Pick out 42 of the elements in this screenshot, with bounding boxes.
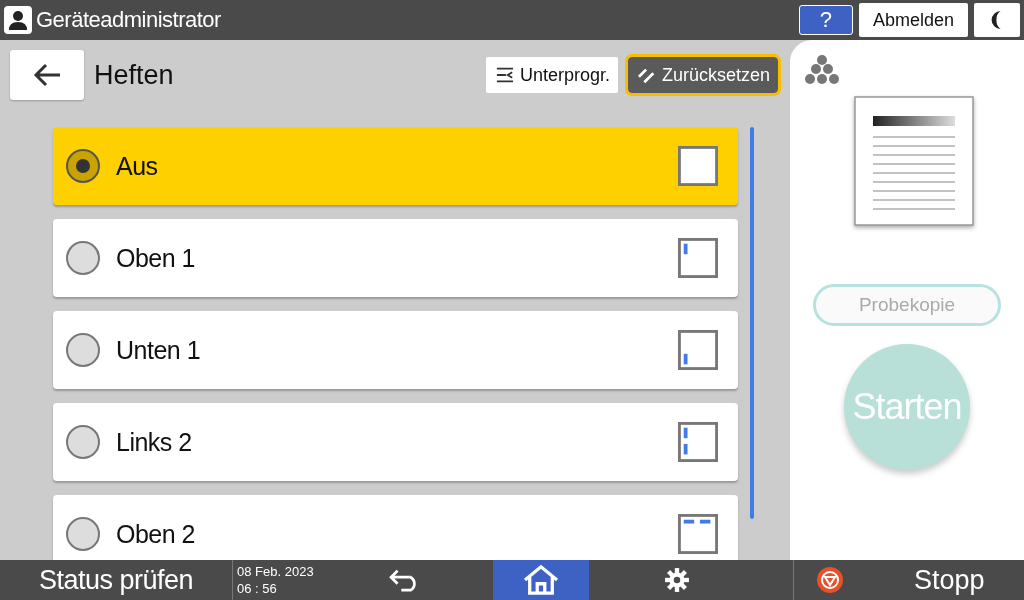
program-button[interactable]: Unterprogr.	[485, 57, 618, 93]
radio-button[interactable]	[66, 425, 100, 459]
staple-position-icon	[678, 330, 718, 370]
stop-button[interactable]: Stopp	[794, 560, 1024, 600]
option-row[interactable]: Oben 2	[53, 495, 738, 560]
back-button[interactable]	[10, 50, 84, 100]
radio-button[interactable]	[66, 149, 100, 183]
option-row[interactable]: Links 2	[53, 403, 738, 481]
document-preview-icon	[854, 96, 976, 228]
option-row[interactable]: Oben 1	[53, 219, 738, 297]
stop-icon	[816, 566, 844, 594]
staple-position-icon	[678, 422, 718, 462]
logout-button[interactable]: Abmelden	[858, 3, 968, 37]
radio-button[interactable]	[66, 517, 100, 551]
stop-label: Stopp	[914, 564, 985, 596]
reset-button[interactable]: Zurücksetzen	[627, 57, 778, 93]
option-label: Oben 1	[116, 243, 196, 273]
toner-icon	[804, 54, 840, 86]
scroll-bar[interactable]	[750, 127, 754, 519]
option-label: Links 2	[116, 427, 193, 457]
user-name: Geräteadministrator	[36, 7, 221, 33]
back-arrow-icon	[32, 63, 62, 87]
option-label: Aus	[116, 151, 159, 181]
settings-icon	[664, 567, 690, 593]
status-button[interactable]: Status prüfen	[0, 560, 232, 600]
radio-button[interactable]	[66, 333, 100, 367]
option-row[interactable]: Unten 1	[53, 311, 738, 389]
home-icon	[522, 564, 560, 596]
time-text: 06 : 56	[237, 580, 278, 597]
staple-position-icon	[678, 238, 718, 278]
option-label: Unten 1	[116, 335, 202, 365]
option-row[interactable]: Aus	[53, 127, 738, 205]
user-icon	[4, 6, 32, 34]
page-title: Heften	[94, 59, 174, 91]
home-button[interactable]	[493, 560, 589, 600]
date-text: 08 Feb. 2023	[237, 563, 315, 580]
staple-position-icon	[678, 514, 718, 554]
help-button[interactable]: ?	[798, 5, 853, 35]
option-label: Oben 2	[116, 519, 196, 549]
radio-button[interactable]	[66, 241, 100, 275]
staple-position-icon	[678, 146, 718, 186]
night-mode-button[interactable]	[974, 3, 1020, 37]
